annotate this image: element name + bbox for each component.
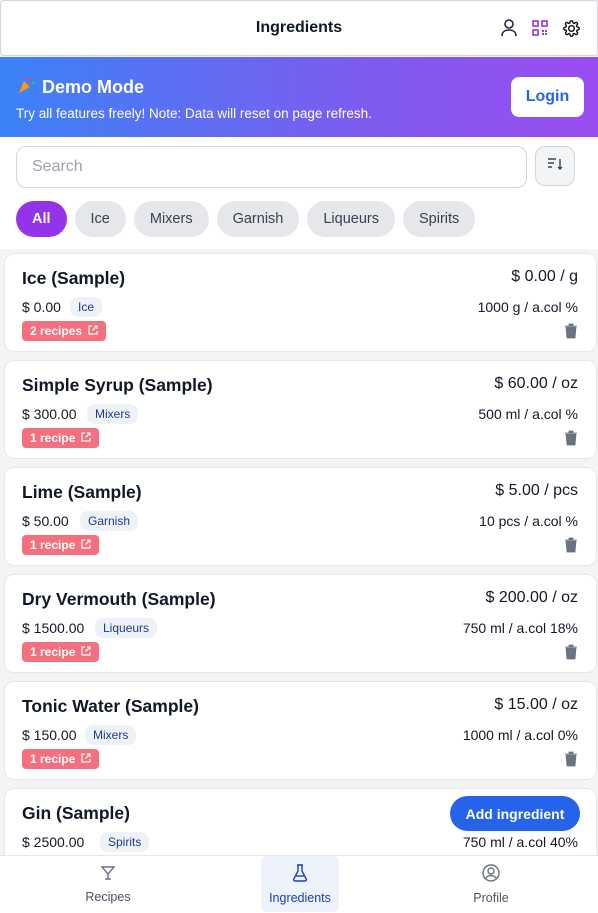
total-cost: $ 300.00 xyxy=(22,406,77,422)
unit-price: $ 5.00 / pcs xyxy=(495,482,578,499)
sort-icon xyxy=(547,157,563,176)
volume-abv: 750 ml / a.col 40% xyxy=(462,834,578,850)
filter-chip-ice[interactable]: Ice xyxy=(74,201,126,237)
qr-code-icon[interactable] xyxy=(530,18,550,38)
nav-item-ingredients[interactable]: Ingredients xyxy=(261,856,339,912)
nav-item-recipes[interactable]: Recipes xyxy=(69,856,147,912)
flask-icon xyxy=(292,863,308,885)
volume-abv: 10 pcs / a.col % xyxy=(479,513,578,529)
trash-icon[interactable] xyxy=(564,430,578,446)
ingredient-card[interactable]: Lime (Sample) $ 5.00 / pcs $ 50.00 Garni… xyxy=(4,467,597,566)
trash-icon[interactable] xyxy=(564,644,578,660)
ingredient-list: Ice (Sample) $ 0.00 / g $ 0.00 Ice 1000 … xyxy=(0,249,598,855)
category-tag: Ice xyxy=(70,297,103,317)
volume-abv: 1000 ml / a.col 0% xyxy=(462,727,578,743)
nav-label-profile: Profile xyxy=(473,890,509,905)
recipes-count: 1 recipe xyxy=(30,752,76,766)
recipes-badge[interactable]: 1 recipe xyxy=(22,535,100,555)
sort-button[interactable] xyxy=(535,146,575,186)
cocktail-glass-icon xyxy=(100,865,116,884)
search-placeholder: Search xyxy=(32,158,83,175)
total-cost: $ 50.00 xyxy=(22,513,69,529)
external-link-icon xyxy=(81,538,91,552)
recipes-count: 1 recipe xyxy=(30,645,76,659)
ingredient-name: Simple Syrup (Sample) xyxy=(22,375,213,395)
total-cost: $ 2500.00 xyxy=(22,834,85,850)
top-bar: Ingredients xyxy=(0,0,598,56)
category-tag: Spirits xyxy=(100,832,150,852)
volume-abv: 1000 g / a.col % xyxy=(477,299,578,315)
recipes-badge[interactable]: 2 recipes xyxy=(22,321,107,341)
ingredient-name: Dry Vermouth (Sample) xyxy=(22,589,216,609)
nav-item-profile[interactable]: Profile xyxy=(452,856,530,912)
banner-title-row: Demo Mode xyxy=(16,75,582,100)
user-icon[interactable] xyxy=(499,18,519,38)
filter-chip-spirits[interactable]: Spirits xyxy=(402,201,476,237)
header-actions xyxy=(499,18,581,38)
external-link-icon xyxy=(81,645,91,659)
recipes-badge[interactable]: 1 recipe xyxy=(22,749,100,769)
trash-icon[interactable] xyxy=(564,537,578,553)
filter-chip-all[interactable]: All xyxy=(16,201,67,237)
unit-price: $ 15.00 / oz xyxy=(494,696,578,713)
banner-title: Demo Mode xyxy=(42,77,145,97)
ingredient-card[interactable]: Ice (Sample) $ 0.00 / g $ 0.00 Ice 1000 … xyxy=(4,253,597,352)
search-input[interactable]: Search xyxy=(16,146,527,188)
recipes-badge[interactable]: 1 recipe xyxy=(22,642,100,662)
category-filter-chips: All Ice Mixers Garnish Liqueurs Spirits xyxy=(16,201,476,237)
category-tag: Mixers xyxy=(85,725,137,745)
ingredient-card[interactable]: Dry Vermouth (Sample) $ 200.00 / oz $ 15… xyxy=(4,574,597,673)
filter-chip-garnish[interactable]: Garnish xyxy=(216,201,300,237)
unit-price: $ 200.00 / oz xyxy=(485,589,578,606)
ingredient-card[interactable]: Tonic Water (Sample) $ 15.00 / oz $ 150.… xyxy=(4,681,597,780)
search-filter-area: Search All Ice Mixers Garnish Liqueurs S… xyxy=(0,137,598,249)
total-cost: $ 0.00 xyxy=(22,299,61,315)
demo-mode-banner: Demo Mode Try all features freely! Note:… xyxy=(0,57,598,137)
filter-chip-liqueurs[interactable]: Liqueurs xyxy=(307,201,395,237)
page-title: Ingredients xyxy=(255,19,343,36)
ingredient-name: Tonic Water (Sample) xyxy=(22,696,199,716)
party-popper-icon xyxy=(16,75,36,100)
trash-icon[interactable] xyxy=(564,323,578,339)
user-circle-icon xyxy=(482,863,500,885)
external-link-icon xyxy=(81,431,91,445)
ingredient-name: Ice (Sample) xyxy=(22,268,126,288)
category-tag: Mixers xyxy=(87,404,139,424)
banner-subtitle: Try all features freely! Note: Data will… xyxy=(16,106,372,121)
bottom-navigation: Recipes Ingredients Profile xyxy=(0,855,598,913)
recipes-count: 1 recipe xyxy=(30,538,76,552)
volume-abv: 750 ml / a.col 18% xyxy=(462,620,578,636)
trash-icon[interactable] xyxy=(564,751,578,767)
filter-chip-mixers[interactable]: Mixers xyxy=(133,201,209,237)
ingredient-name: Lime (Sample) xyxy=(22,482,142,502)
total-cost: $ 1500.00 xyxy=(22,620,85,636)
recipes-badge[interactable]: 1 recipe xyxy=(22,428,100,448)
ingredient-name: Gin (Sample) xyxy=(22,803,130,823)
add-ingredient-button[interactable]: Add ingredient xyxy=(450,796,580,831)
total-cost: $ 150.00 xyxy=(22,727,77,743)
volume-abv: 500 ml / a.col % xyxy=(478,406,578,422)
nav-label-recipes: Recipes xyxy=(85,889,131,904)
unit-price: $ 60.00 / oz xyxy=(494,375,578,392)
external-link-icon xyxy=(81,752,91,766)
login-button[interactable]: Login xyxy=(511,77,584,117)
gear-icon[interactable] xyxy=(561,18,581,38)
ingredient-card[interactable]: Simple Syrup (Sample) $ 60.00 / oz $ 300… xyxy=(4,360,597,459)
unit-price: $ 0.00 / g xyxy=(511,268,578,285)
category-tag: Liqueurs xyxy=(95,618,158,638)
nav-label-ingredients: Ingredients xyxy=(269,890,331,905)
recipes-count: 1 recipe xyxy=(30,431,76,445)
category-tag: Garnish xyxy=(80,511,139,531)
external-link-icon xyxy=(88,324,98,338)
recipes-count: 2 recipes xyxy=(30,324,83,338)
